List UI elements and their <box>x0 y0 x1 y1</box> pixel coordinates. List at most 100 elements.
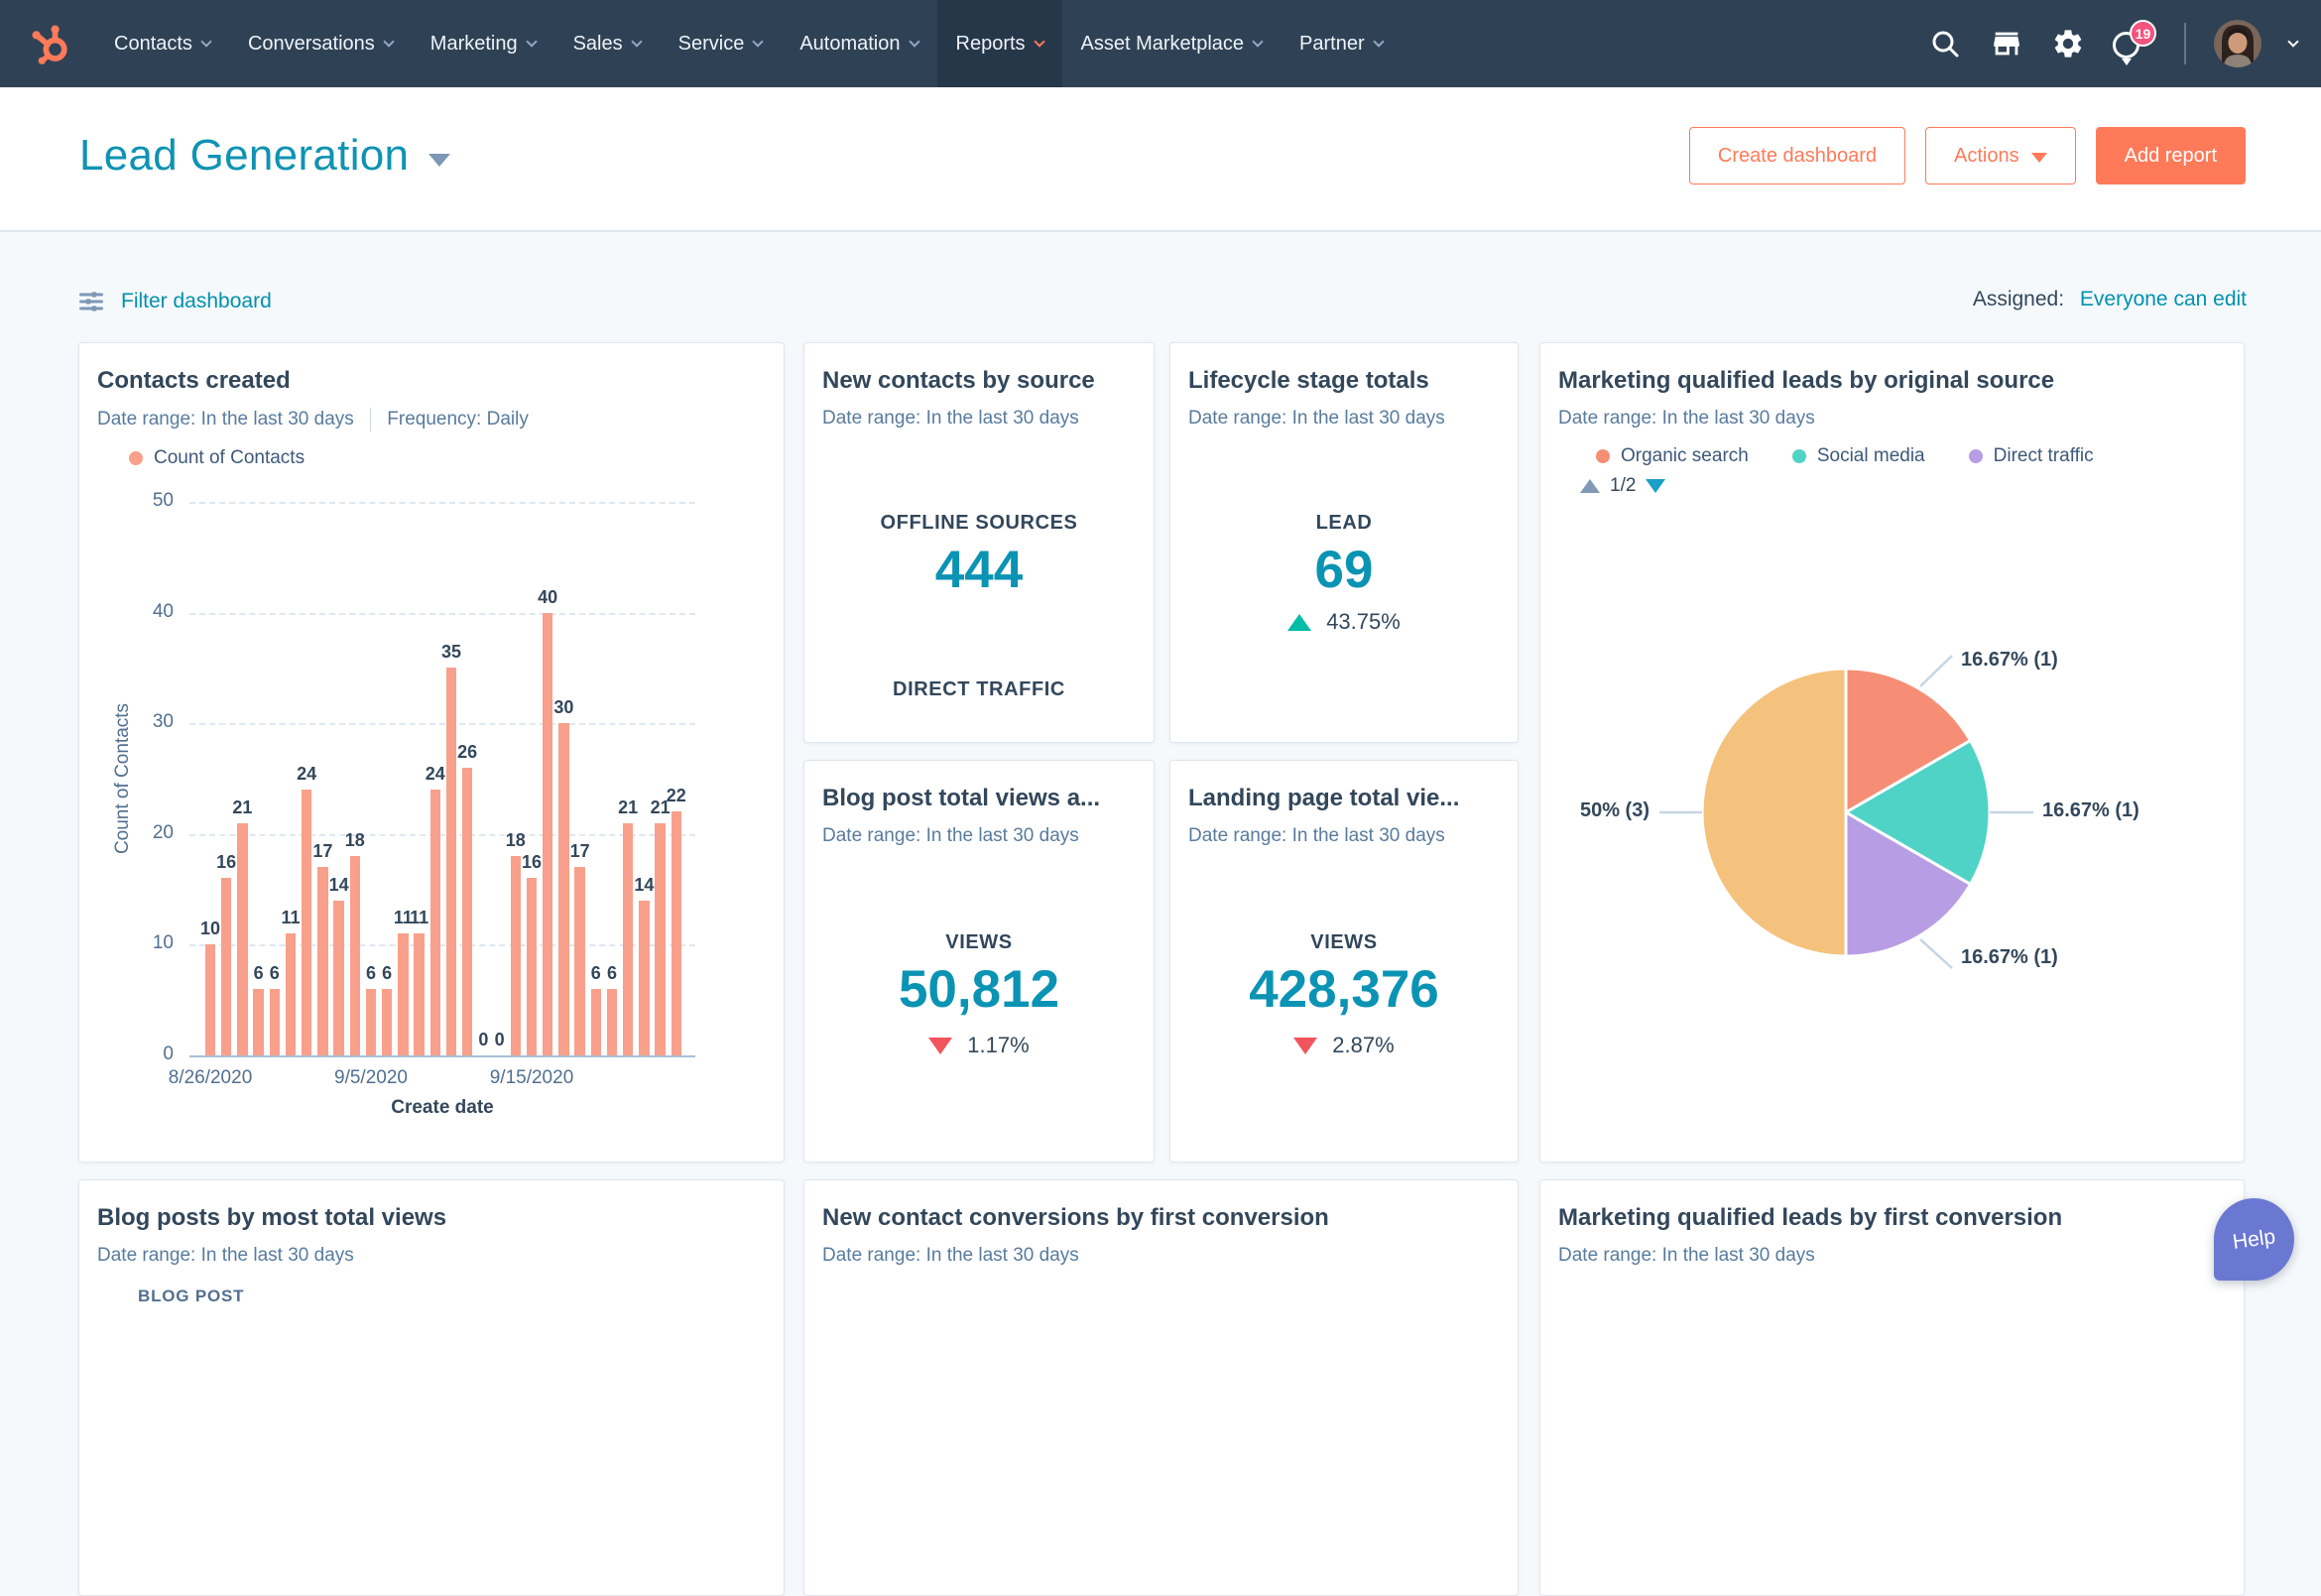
chevron-down-icon <box>1033 35 1045 48</box>
bar[interactable] <box>590 989 602 1055</box>
pie-chart <box>1659 655 2033 969</box>
notifications-icon[interactable]: 19 <box>2113 20 2156 65</box>
card-subtitle: Date range: In the last 30 days <box>1558 1245 1815 1266</box>
bar[interactable] <box>510 856 522 1055</box>
card-blog-posts-by-most-total-views: Blog posts by most total views Date rang… <box>78 1179 785 1596</box>
actions-button[interactable]: Actions <box>1925 127 2076 184</box>
search-icon[interactable] <box>1928 27 1962 61</box>
metric-label: LEAD <box>1315 512 1373 534</box>
chevron-down-icon <box>383 35 395 48</box>
metric-delta: 1.17% <box>804 1033 1154 1058</box>
bar[interactable] <box>269 989 281 1055</box>
bar-value-label: 35 <box>440 642 462 663</box>
pie-slice-label: 16.67% (1) <box>2042 799 2139 821</box>
nav-item-asset-marketplace[interactable]: Asset Marketplace <box>1062 0 1282 87</box>
bar-value-label: 17 <box>569 841 590 862</box>
nav-item-partner[interactable]: Partner <box>1281 0 1402 87</box>
gridline <box>189 502 695 504</box>
chevron-down-icon <box>200 35 212 48</box>
card-subtitle: Date range: In the last 30 days <box>97 1245 354 1266</box>
bar[interactable] <box>445 668 457 1055</box>
bar[interactable] <box>461 767 473 1055</box>
bar[interactable] <box>606 989 618 1055</box>
bar[interactable] <box>671 811 682 1055</box>
settings-gear-icon[interactable] <box>2051 27 2085 61</box>
help-button[interactable]: Help <box>2214 1198 2294 1281</box>
chevron-down-icon <box>1252 35 1264 48</box>
notification-balloon-base <box>2122 59 2132 65</box>
card-new-contact-conversions: New contact conversions by first convers… <box>803 1179 1519 1596</box>
bar[interactable] <box>429 790 441 1055</box>
bar[interactable] <box>301 790 312 1055</box>
hubspot-logo[interactable] <box>28 21 73 66</box>
x-tick-label: 9/5/2020 <box>334 1067 408 1088</box>
avatar[interactable] <box>2214 20 2261 67</box>
x-axis-title: Create date <box>391 1097 494 1118</box>
gridline <box>189 612 695 615</box>
nav-item-contacts[interactable]: Contacts <box>95 0 229 87</box>
card-contacts-created: Contacts created Date range: In the last… <box>78 342 785 1163</box>
nav-item-automation[interactable]: Automation <box>781 0 936 87</box>
nav-item-service[interactable]: Service <box>660 0 782 87</box>
bar[interactable] <box>333 900 344 1055</box>
y-axis-title: Count of Contacts <box>112 702 133 855</box>
bar[interactable] <box>622 822 634 1055</box>
marketplace-icon[interactable] <box>1990 27 2023 61</box>
nav-item-marketing[interactable]: Marketing <box>412 0 554 87</box>
account-chevron-down-icon[interactable] <box>2287 35 2299 48</box>
bar[interactable] <box>237 822 248 1055</box>
bar[interactable] <box>253 989 264 1055</box>
card-new-contacts-by-source: New contacts by source Date range: In th… <box>803 342 1155 743</box>
card-title: Lifecycle stage totals <box>1188 367 1429 394</box>
nav-menu: Contacts Conversations Marketing Sales S… <box>95 0 1402 87</box>
x-tick-label: 8/26/2020 <box>168 1067 253 1088</box>
table-column-header: BLOG POST <box>138 1287 245 1305</box>
dashboard-title-dropdown[interactable]: Lead Generation <box>79 131 451 181</box>
arrow-up-icon <box>1287 613 1312 631</box>
card-subtitle: Date range: In the last 30 days <box>822 1245 1079 1266</box>
bar[interactable] <box>414 933 425 1055</box>
bar[interactable] <box>542 612 553 1055</box>
bar[interactable] <box>639 900 650 1055</box>
notification-count-badge: 19 <box>2130 20 2156 47</box>
bar[interactable] <box>285 933 297 1055</box>
bar[interactable] <box>398 933 409 1055</box>
bar[interactable] <box>204 944 216 1055</box>
card-landing-page-total-views: Landing page total vie... Date range: In… <box>1169 760 1519 1163</box>
nav-item-reports[interactable]: Reports <box>936 0 1062 87</box>
title-dropdown-caret-icon <box>428 153 451 167</box>
bar-chart: Count of Contacts Create date 0 10 20 30 40 5… <box>79 343 786 1164</box>
bar[interactable] <box>558 723 569 1055</box>
bar[interactable] <box>220 878 232 1055</box>
x-tick-label: 9/15/2020 <box>489 1067 574 1088</box>
metric-delta: 43.75% <box>1170 609 1518 635</box>
metric-value: 69 <box>1314 541 1374 599</box>
bar[interactable] <box>526 878 538 1055</box>
assigned-permission-link[interactable]: Everyone can edit <box>2080 288 2247 310</box>
card-title: Marketing qualified leads by first conve… <box>1558 1204 2063 1231</box>
pie-slice-label: 16.67% (1) <box>1961 946 2058 968</box>
bar-value-label: 18 <box>505 830 526 851</box>
bar[interactable] <box>655 822 666 1055</box>
nav-item-conversations[interactable]: Conversations <box>229 0 412 87</box>
card-title: Blog posts by most total views <box>97 1204 447 1231</box>
metric-value: 50,812 <box>898 960 1060 1019</box>
add-report-button[interactable]: Add report <box>2095 127 2246 184</box>
header-buttons: Create dashboard Actions Add report <box>1688 127 2246 184</box>
bar[interactable] <box>574 867 585 1055</box>
card-title: New contact conversions by first convers… <box>822 1204 1329 1231</box>
bar[interactable] <box>365 989 377 1055</box>
metric-delta: 2.87% <box>1170 1033 1518 1058</box>
bar[interactable] <box>381 989 393 1055</box>
y-tick-label: 50 <box>152 490 174 511</box>
gridline <box>189 833 695 836</box>
card-lifecycle-stage-totals: Lifecycle stage totals Date range: In th… <box>1169 342 1519 743</box>
pie-slice[interactable] <box>1700 667 1848 958</box>
bar-value-label: 24 <box>297 764 317 785</box>
bar[interactable] <box>349 856 361 1055</box>
filter-dashboard-link[interactable]: Filter dashboard <box>77 288 272 315</box>
create-dashboard-button[interactable]: Create dashboard <box>1688 127 1906 184</box>
gridline <box>189 723 695 726</box>
y-tick-label: 40 <box>152 600 174 622</box>
nav-item-sales[interactable]: Sales <box>554 0 660 87</box>
